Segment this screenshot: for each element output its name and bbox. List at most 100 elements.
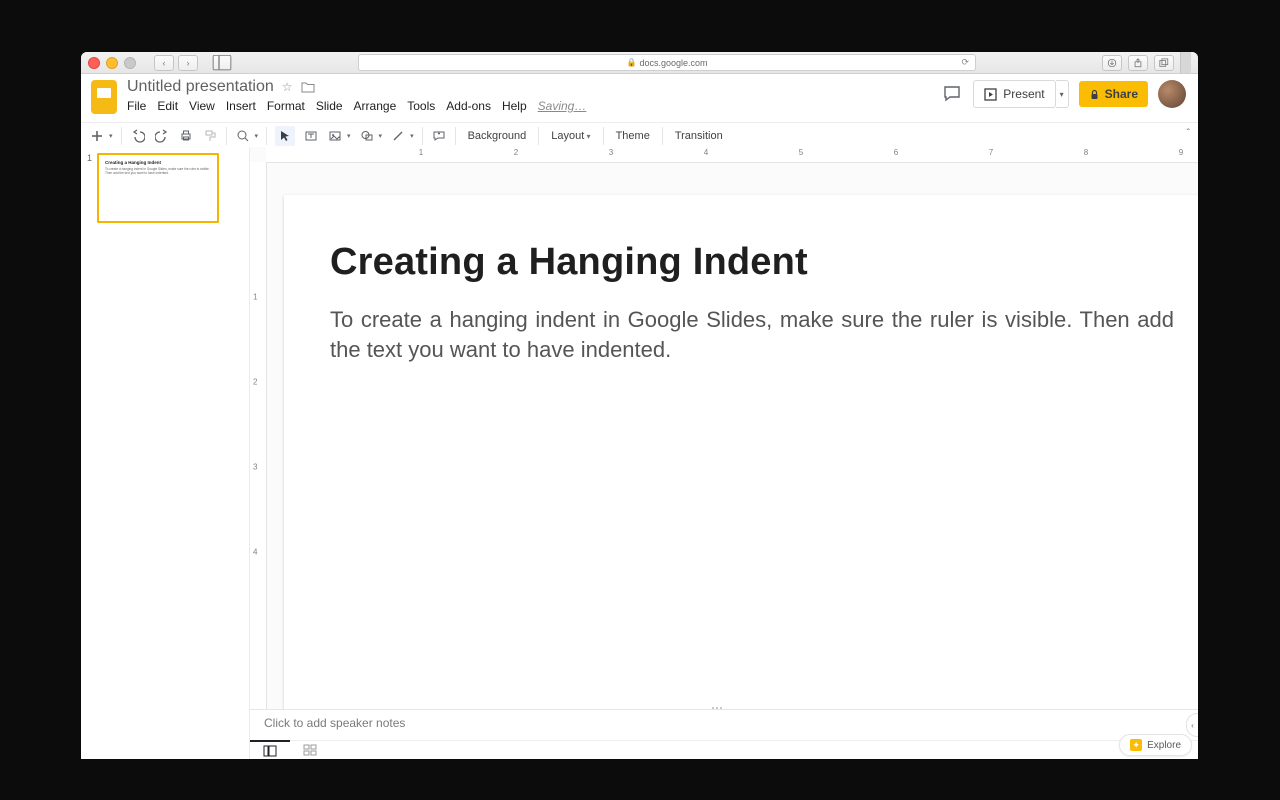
back-button[interactable]: ‹ [154,55,174,71]
explore-label: Explore [1147,740,1181,751]
move-to-folder-icon[interactable] [301,81,315,93]
line-dropdown[interactable]: ▾ [410,132,414,140]
notes-resize-handle[interactable] [712,707,736,710]
toolbar-separator [603,127,604,145]
speaker-notes-placeholder: Click to add speaker notes [264,716,405,730]
browser-window: ‹ › 🔒 docs.google.com ⟳ [81,52,1198,759]
toolbar-separator [121,127,122,145]
collapse-toolbar-button[interactable]: ˆ [1187,128,1190,139]
speaker-notes[interactable]: Click to add speaker notes [250,709,1198,741]
slides-logo-icon[interactable] [91,80,117,114]
ruler-tick: 6 [894,148,898,157]
toolbar: ▾ ▾ ▾ ▾ ▾ Background Layout Theme Transi… [81,122,1198,150]
share-label: Share [1105,87,1138,101]
maximize-window-button[interactable] [124,57,136,69]
explore-icon: ✦ [1130,739,1142,751]
grid-view-button[interactable] [290,741,330,759]
zoom-button[interactable] [235,128,251,144]
line-button[interactable] [390,128,406,144]
toolbar-separator [538,127,539,145]
redo-button[interactable] [154,128,170,144]
ruler-tick: 2 [514,148,518,157]
menu-view[interactable]: View [189,99,215,113]
document-title[interactable]: Untitled presentation [127,78,274,96]
docs-header: Untitled presentation ☆ File Edit View I… [81,74,1198,122]
present-button[interactable]: Present [973,80,1055,108]
menu-arrange[interactable]: Arrange [354,99,397,113]
present-label: Present [1003,87,1044,101]
ruler-tick: 4 [253,548,257,557]
menu-addons[interactable]: Add-ons [446,99,491,113]
ruler-tick: 5 [799,148,803,157]
present-icon [984,88,997,101]
filmstrip-view-button[interactable] [250,740,290,759]
ruler-tick: 3 [609,148,613,157]
slide-title[interactable]: Creating a Hanging Indent [330,241,808,284]
forward-button[interactable]: › [178,55,198,71]
paint-format-button[interactable] [202,128,218,144]
explore-button[interactable]: ✦ Explore [1119,734,1192,756]
menu-insert[interactable]: Insert [226,99,256,113]
ruler-horizontal[interactable]: 1 2 3 4 5 6 7 8 9 [266,147,1198,163]
ruler-tick: 2 [253,378,257,387]
ruler-tick: 3 [253,463,257,472]
safari-toolbar: ‹ › 🔒 docs.google.com ⟳ [81,52,1198,74]
textbox-button[interactable] [303,128,319,144]
image-dropdown[interactable]: ▾ [347,132,351,140]
lock-icon [1089,89,1100,100]
slide-canvas[interactable]: Creating a Hanging Indent To create a ha… [284,195,1198,715]
zoom-dropdown[interactable]: ▾ [255,132,259,140]
ruler-vertical[interactable]: 1 2 3 4 [250,162,267,759]
slide-thumbnail[interactable]: Creating a Hanging Indent To create a ha… [97,153,219,223]
bottom-bar: ✦ Explore [250,740,1198,759]
filmstrip[interactable]: 1 Creating a Hanging Indent To create a … [81,147,250,759]
share-button[interactable]: Share [1079,81,1148,107]
layout-button[interactable]: Layout [547,130,594,142]
menu-slide[interactable]: Slide [316,99,343,113]
new-slide-button[interactable] [89,128,105,144]
menu-help[interactable]: Help [502,99,527,113]
ruler-tick: 9 [1179,148,1183,157]
menu-edit[interactable]: Edit [157,99,178,113]
shape-button[interactable] [359,128,375,144]
ruler-tick: 1 [253,293,257,302]
lock-icon: 🔒 [626,58,636,67]
reload-icon[interactable]: ⟳ [961,57,969,68]
ruler-tick: 7 [989,148,993,157]
tabs-button[interactable] [1154,55,1174,71]
comment-button[interactable] [431,128,447,144]
address-bar[interactable]: 🔒 docs.google.com ⟳ [358,54,976,71]
menu-format[interactable]: Format [267,99,305,113]
toolbar-separator [662,127,663,145]
downloads-button[interactable] [1102,55,1122,71]
close-window-button[interactable] [88,57,100,69]
new-slide-dropdown[interactable]: ▾ [109,132,113,140]
save-status: Saving… [538,99,587,113]
theme-button[interactable]: Theme [612,130,654,142]
transition-button[interactable]: Transition [671,130,727,142]
toolbar-separator [266,127,267,145]
slide-body-text[interactable]: To create a hanging indent in Google Sli… [330,305,1174,364]
canvas-area: 1 2 3 4 5 6 7 8 9 1 2 3 4 Creating a Han… [250,147,1198,759]
window-controls [88,57,136,69]
sidebar-toggle-button[interactable] [212,55,232,71]
shape-dropdown[interactable]: ▾ [379,132,383,140]
comments-button[interactable] [941,83,963,105]
toolbar-separator [455,127,456,145]
share-button-safari[interactable] [1128,55,1148,71]
menu-tools[interactable]: Tools [407,99,435,113]
minimize-window-button[interactable] [106,57,118,69]
menu-bar: File Edit View Insert Format Slide Arran… [127,99,586,113]
account-avatar[interactable] [1158,80,1186,108]
select-tool-button[interactable] [275,126,295,146]
safari-sidebar-handle[interactable] [1180,52,1191,73]
star-icon[interactable]: ☆ [282,80,293,94]
toolbar-separator [226,127,227,145]
menu-file[interactable]: File [127,99,146,113]
print-button[interactable] [178,128,194,144]
background-button[interactable]: Background [464,130,531,142]
present-dropdown[interactable]: ▾ [1056,80,1069,108]
ruler-tick: 1 [419,148,423,157]
undo-button[interactable] [130,128,146,144]
image-button[interactable] [327,128,343,144]
